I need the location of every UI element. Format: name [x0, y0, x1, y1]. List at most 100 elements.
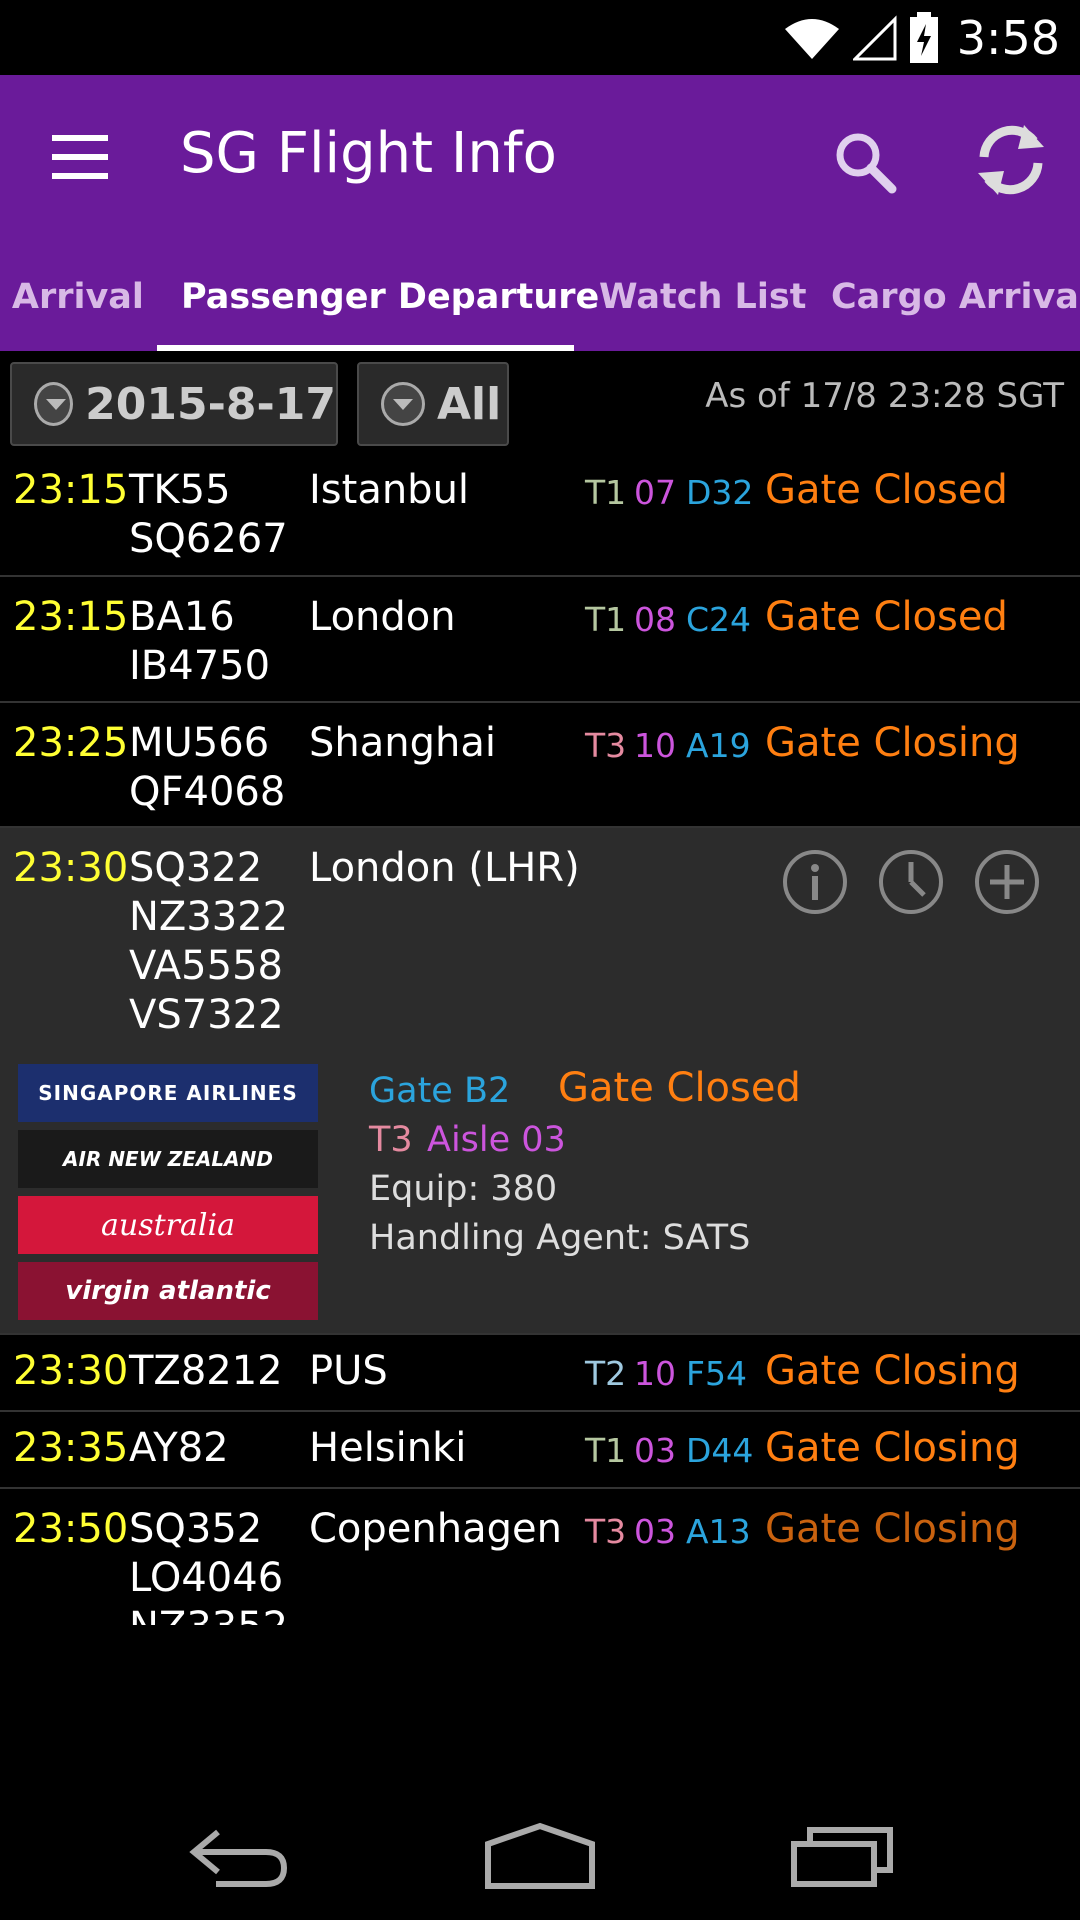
tab-indicator [157, 345, 574, 351]
detail-gate: Gate B2 [369, 1071, 511, 1111]
signal-icon [852, 15, 897, 61]
aisle: 07 [634, 473, 676, 512]
departure-time: 23:50 [13, 1506, 129, 1552]
flight-row[interactable]: 23:35 AY82 Helsinki T1 03 D44 Gate Closi… [0, 1412, 1080, 1489]
flight-number: MU566 [129, 720, 270, 766]
flight-number: SQ6267 [129, 516, 288, 562]
flight-row[interactable]: 23:25 MU566 QF4068 Shanghai T3 10 A19 Ga… [0, 703, 1080, 828]
info-icon[interactable] [782, 849, 848, 915]
recents-icon[interactable] [790, 1824, 896, 1888]
menu-icon[interactable] [52, 135, 112, 179]
clock-time: 3:58 [956, 11, 1060, 65]
aisle: 03 [634, 1431, 676, 1470]
flight-number: SQ352 [129, 1506, 263, 1552]
departure-time: 23:15 [13, 594, 129, 640]
flight-row[interactable]: 23:50 SQ352 LO4046 NZ3352 Copenhagen T3 … [0, 1489, 1080, 1625]
terminal-dropdown[interactable]: All [357, 362, 509, 446]
detail-status: Gate Closed [558, 1065, 801, 1111]
refresh-icon[interactable] [968, 117, 1054, 203]
destination: Copenhagen [309, 1506, 562, 1552]
flight-number: LO4046 [129, 1555, 284, 1601]
flight-row[interactable]: 23:15 TK55 SQ6267 Istanbul T1 07 D32 Gat… [0, 456, 1080, 577]
flight-row[interactable]: 23:15 BA16 IB4750 London T1 08 C24 Gate … [0, 577, 1080, 703]
as-of-timestamp: As of 17/8 23:28 SGT [705, 376, 1064, 416]
departure-time: 23:35 [13, 1425, 129, 1471]
clock-icon[interactable] [878, 849, 944, 915]
terminal: T1 [585, 473, 627, 512]
flight-number: QF4068 [129, 769, 286, 815]
flight-number: SQ322 [129, 845, 263, 891]
flight-number: VA5558 [129, 943, 283, 989]
departure-time: 23:30 [13, 1348, 129, 1394]
virgin-atlantic-logo: virgin atlantic [18, 1262, 318, 1320]
flight-number: NZ3322 [129, 894, 289, 940]
departure-time: 23:15 [13, 467, 129, 513]
destination: Shanghai [309, 720, 496, 766]
departure-time: 23:30 [13, 845, 129, 891]
status-bar: 3:58 [0, 0, 1080, 75]
detail-equip: Equip: 380 [369, 1169, 558, 1209]
tab-watch-list[interactable]: Watch List [599, 277, 806, 317]
gate: A19 [686, 726, 751, 765]
terminal: T1 [585, 600, 627, 639]
flight-number: IB4750 [129, 643, 271, 689]
app-title: SG Flight Info [180, 121, 557, 186]
aisle: 03 [634, 1512, 676, 1551]
detail-aisle: Aisle 03 [427, 1120, 566, 1160]
date-dropdown[interactable]: 2015-8-17 [10, 362, 338, 446]
destination: Helsinki [309, 1425, 467, 1471]
aisle: 08 [634, 600, 676, 639]
flight-status: Gate Closing [765, 720, 1020, 766]
singapore-airlines-logo: SINGAPORE AIRLINES [18, 1064, 318, 1122]
flight-number: VS7322 [129, 992, 284, 1038]
destination: London [309, 594, 456, 640]
gate: F54 [686, 1354, 747, 1393]
tab-passenger-arrival[interactable]: Passenger Arrival [0, 277, 144, 317]
tab-cargo-arrival[interactable]: Cargo Arrival [831, 277, 1080, 317]
gate: D44 [686, 1431, 754, 1470]
terminal: T3 [585, 726, 627, 765]
flight-row[interactable]: 23:30 TZ8212 PUS T2 10 F54 Gate Closing [0, 1335, 1080, 1412]
flight-row-expanded[interactable]: 23:30 SQ322 NZ3322 VA5558 VS7322 London … [0, 828, 1080, 1335]
gate: C24 [686, 600, 752, 639]
chevron-down-icon [381, 382, 425, 426]
virgin-australia-logo: australia [18, 1196, 318, 1254]
flight-status: Gate Closed [765, 467, 1008, 513]
flight-number: NZ3352 [129, 1603, 288, 1625]
tab-passenger-departure[interactable]: Passenger Departure [181, 277, 599, 317]
flight-number: TK55 [129, 467, 231, 513]
battery-icon [909, 12, 938, 63]
navigation-bar [0, 1800, 1080, 1920]
home-icon[interactable] [484, 1822, 596, 1890]
gate: A13 [686, 1512, 751, 1551]
wifi-icon [784, 19, 839, 59]
gate: D32 [686, 473, 754, 512]
detail-terminal: T3 [369, 1120, 413, 1160]
search-icon[interactable] [830, 127, 900, 197]
air-new-zealand-logo: AIR NEW ZEALAND [18, 1130, 318, 1188]
app-bar: SG Flight Info [0, 75, 1080, 231]
flight-status: Gate Closing [765, 1348, 1020, 1394]
back-icon[interactable] [186, 1822, 292, 1898]
terminal: T3 [585, 1512, 627, 1551]
flight-number: AY82 [129, 1425, 229, 1471]
aisle: 10 [634, 1354, 676, 1393]
terminal: T2 [585, 1354, 627, 1393]
date-value: 2015-8-17 [85, 378, 336, 430]
detail-handling-agent: Handling Agent: SATS [369, 1218, 751, 1258]
departure-time: 23:25 [13, 720, 129, 766]
chevron-down-icon [34, 382, 74, 426]
add-icon[interactable] [974, 849, 1040, 915]
flight-status: Gate Closing [765, 1506, 1020, 1552]
tab-bar: Passenger Arrival Passenger Departure Wa… [0, 231, 1080, 351]
destination: Istanbul [309, 467, 470, 513]
destination: London (LHR) [309, 845, 580, 891]
flight-status: Gate Closing [765, 1425, 1020, 1471]
terminal-value: All [437, 378, 502, 430]
destination: PUS [309, 1348, 388, 1394]
flight-number: BA16 [129, 594, 235, 640]
aisle: 10 [634, 726, 676, 765]
flight-number: TZ8212 [129, 1348, 283, 1394]
flight-status: Gate Closed [765, 594, 1008, 640]
terminal: T1 [585, 1431, 627, 1470]
